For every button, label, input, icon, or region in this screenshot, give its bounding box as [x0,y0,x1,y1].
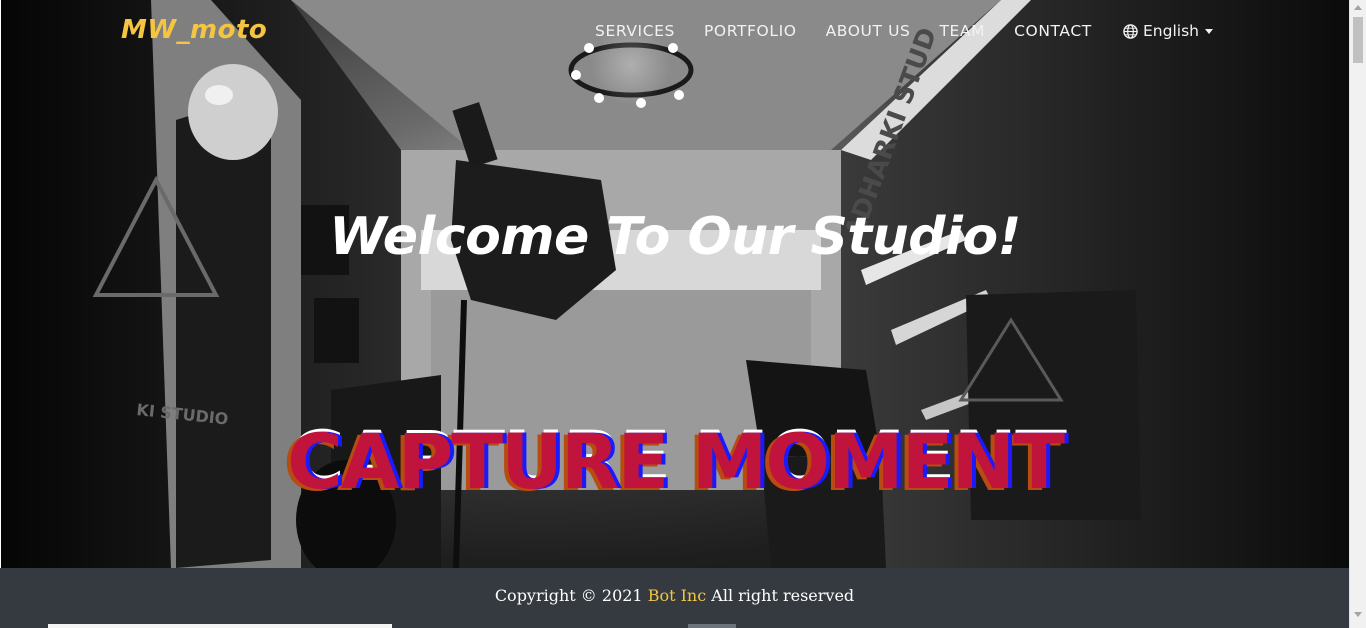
nav-menu: SERVICES PORTFOLIO ABOUT US TEAM CONTACT [595,22,1092,40]
brand-logo[interactable]: MW_moto [121,15,267,45]
top-navbar: MW_moto SERVICES PORTFOLIO ABOUT US TEAM… [1,0,1349,66]
language-dropdown[interactable]: English [1123,22,1213,40]
footer-copyright-suffix: All right reserved [706,586,855,605]
footer-copyright: Copyright © 2021 Bot Inc All right reser… [0,586,1349,605]
globe-icon [1123,23,1138,39]
nav-item-about-us[interactable]: ABOUT US [826,22,911,40]
nav-item-services[interactable]: SERVICES [595,22,675,40]
hero-tagline: CAPTURE MOMENT [287,417,1065,506]
nav-item-team[interactable]: TEAM [939,22,985,40]
hero-section: KI STUDIO ADHARKI STUD MW_moto SERVICES … [1,0,1349,568]
scroll-up-arrow-icon[interactable] [1354,5,1362,10]
nav-item-portfolio[interactable]: PORTFOLIO [704,22,797,40]
language-selected-label: English [1143,22,1199,40]
footer-strip-mid [688,624,736,628]
vertical-scrollbar[interactable] [1349,0,1366,628]
footer-copyright-prefix: Copyright © 2021 [494,586,648,605]
nav-item-contact[interactable]: CONTACT [1014,22,1092,40]
footer-company-link[interactable]: Bot Inc [648,586,707,605]
hero-tagline-wrapper: CAPTURE MOMENT [1,424,1349,500]
footer-strip-left [48,624,392,628]
scroll-down-arrow-icon[interactable] [1354,612,1362,617]
page: KI STUDIO ADHARKI STUD MW_moto SERVICES … [0,0,1366,628]
footer: Copyright © 2021 Bot Inc All right reser… [0,568,1349,628]
hero-headline: Welcome To Our Studio! [329,206,1021,267]
caret-down-icon [1204,29,1213,34]
scrollbar-thumb[interactable] [1353,17,1363,63]
